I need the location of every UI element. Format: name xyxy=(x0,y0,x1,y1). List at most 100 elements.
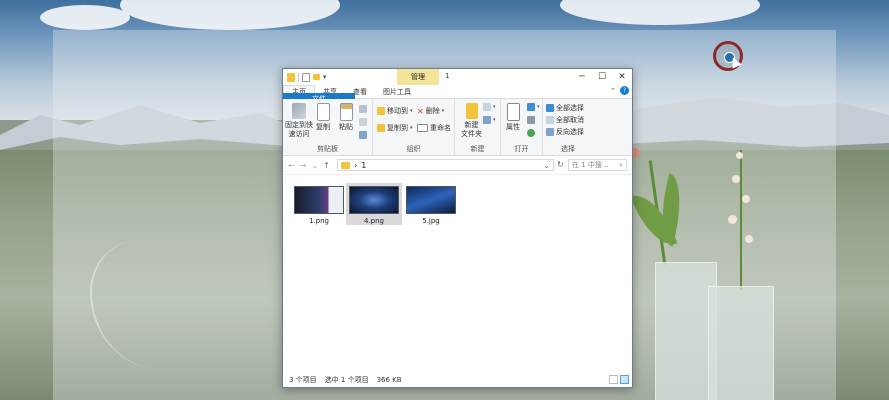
rename-label: 重命名 xyxy=(430,124,451,132)
select-all-button[interactable]: 全部选择 xyxy=(546,103,584,113)
paste-icon xyxy=(339,103,353,121)
pin-label-line1: 固定到快 xyxy=(285,121,313,129)
rename-icon xyxy=(417,124,428,132)
scissors-icon xyxy=(359,131,367,139)
clipboard-group-label: 剪贴板 xyxy=(317,145,338,153)
chevron-down-icon: ▾ xyxy=(493,104,496,110)
easy-access-icon xyxy=(483,116,491,124)
file-item[interactable]: 5.jpg xyxy=(403,183,459,225)
view-toggle xyxy=(609,375,629,384)
selected-count: 选中 1 个项目 xyxy=(324,376,369,384)
chevron-down-icon: ▾ xyxy=(410,125,413,131)
new-folder-label-line1: 新建 xyxy=(464,121,479,129)
file-name: 4.png xyxy=(363,217,384,225)
edit-icon xyxy=(527,116,535,124)
maximize-button[interactable]: ☐ xyxy=(592,69,612,85)
forward-button[interactable]: → xyxy=(300,161,307,170)
pin-icon xyxy=(292,103,306,119)
paste-shortcut-button[interactable] xyxy=(359,131,367,139)
organize-group: 移动到 ▾ ✕ 删除 ▾ 复制到 ▾ 重命名 组织 xyxy=(373,99,455,155)
copy-label: 复制 xyxy=(316,123,330,131)
properties-label: 属性 xyxy=(506,123,520,131)
move-to-label: 移动到 xyxy=(387,107,408,115)
cloud xyxy=(40,5,130,30)
properties-icon xyxy=(506,103,520,121)
path-separator: › xyxy=(354,160,358,170)
refresh-button[interactable]: ↻ xyxy=(557,160,564,169)
paste-label: 粘贴 xyxy=(339,123,353,131)
delete-button[interactable]: ✕ 删除 ▾ xyxy=(417,106,444,116)
new-group-label: 新建 xyxy=(470,145,485,153)
flower-bud xyxy=(732,175,740,183)
large-icons-view-button[interactable] xyxy=(620,375,629,384)
new-item-icon xyxy=(483,103,491,111)
select-all-label: 全部选择 xyxy=(556,104,584,112)
close-button[interactable]: ✕ xyxy=(612,69,632,85)
open-button[interactable]: ▾ xyxy=(527,103,540,111)
search-icon: ⌕ xyxy=(619,160,623,169)
address-dropdown-icon[interactable]: ⌄ xyxy=(543,161,550,170)
new-folder-button[interactable]: 新建 文件夹 xyxy=(461,103,482,139)
copy-to-button[interactable]: 复制到 ▾ xyxy=(377,123,413,133)
up-button[interactable]: ↑ xyxy=(323,161,330,170)
image-thumbnail xyxy=(294,186,344,214)
collapse-ribbon-icon[interactable]: ⌃ xyxy=(610,87,616,95)
properties-icon[interactable] xyxy=(302,72,310,82)
history-icon xyxy=(527,129,535,137)
move-to-button[interactable]: 移动到 ▾ xyxy=(377,106,413,116)
new-item-button[interactable]: ▾ xyxy=(483,103,496,111)
organize-group-label: 组织 xyxy=(406,145,421,153)
easy-access-button[interactable]: ▾ xyxy=(483,116,496,124)
search-input[interactable]: 在 1 中搜... ⌕ xyxy=(568,159,627,171)
back-button[interactable]: ← xyxy=(288,161,295,170)
edit-button[interactable] xyxy=(527,116,535,124)
cursor-highlight xyxy=(713,41,743,71)
selected-size: 366 KB xyxy=(376,376,402,384)
invert-selection-button[interactable]: 反向选择 xyxy=(546,127,584,137)
flower-bud xyxy=(728,215,737,224)
new-folder-label-line2: 文件夹 xyxy=(461,130,482,138)
folder-icon xyxy=(341,161,350,169)
context-tab-manage[interactable]: 管理 xyxy=(397,69,439,85)
minimize-button[interactable]: ─ xyxy=(572,69,592,85)
select-group-label: 选择 xyxy=(561,145,575,153)
file-name: 1.png xyxy=(308,217,329,225)
copy-button[interactable]: 复制 xyxy=(316,103,330,132)
title-bar: ▾ 管理 1 ─ ☐ ✕ xyxy=(283,69,632,85)
details-view-button[interactable] xyxy=(609,375,618,384)
tab-picture-tools[interactable]: 图片工具 xyxy=(375,86,419,98)
paste-button[interactable]: 粘贴 xyxy=(339,103,353,132)
select-none-label: 全部取消 xyxy=(556,116,584,124)
image-thumbnail xyxy=(406,186,456,214)
address-bar[interactable]: › 1 ⌄ xyxy=(337,159,554,171)
help-icon[interactable]: ? xyxy=(620,86,629,95)
pin-to-quick-access-button[interactable]: 固定到快 速访问 xyxy=(285,103,313,139)
quick-access-dropdown[interactable]: ▾ xyxy=(323,73,327,81)
chevron-down-icon: ▾ xyxy=(441,108,445,114)
window-controls: ─ ☐ ✕ xyxy=(572,69,632,85)
cut-button[interactable] xyxy=(359,105,367,113)
history-button[interactable] xyxy=(527,129,535,137)
ribbon-controls: ⌃ ? xyxy=(610,86,629,95)
invert-selection-label: 反向选择 xyxy=(556,128,584,136)
file-item[interactable]: 1.png xyxy=(291,183,347,225)
rename-button[interactable]: 重命名 xyxy=(417,123,451,133)
select-group: 全部选择 全部取消 反向选择 选择 xyxy=(543,99,593,155)
flower-stem xyxy=(740,150,742,290)
file-explorer-window: ▾ 管理 1 ─ ☐ ✕ 文件 主页 共享 查看 图片工具 ⌃ ? 固定到快 速… xyxy=(282,68,633,388)
ribbon: 固定到快 速访问 复制 粘贴 剪贴板 移动到 ▾ ✕ 删除 ▾ 复制到 ▾ 重命… xyxy=(283,99,632,156)
path-segment[interactable]: 1 xyxy=(361,161,366,170)
divider xyxy=(298,72,299,82)
copy-icon xyxy=(316,103,330,121)
delete-label: 删除 xyxy=(425,107,440,115)
select-none-icon xyxy=(546,116,554,124)
copy-path-button[interactable] xyxy=(359,118,367,126)
recent-locations-button[interactable]: ⌄ xyxy=(311,161,318,170)
new-folder-icon[interactable] xyxy=(313,74,320,80)
properties-button[interactable]: 属性 xyxy=(506,103,520,132)
chevron-down-icon: ▾ xyxy=(537,104,540,110)
file-item-selected[interactable]: 4.png xyxy=(346,183,402,225)
select-none-button[interactable]: 全部取消 xyxy=(546,115,584,125)
open-group-label: 打开 xyxy=(514,145,529,153)
search-placeholder: 在 1 中搜... xyxy=(572,161,609,169)
